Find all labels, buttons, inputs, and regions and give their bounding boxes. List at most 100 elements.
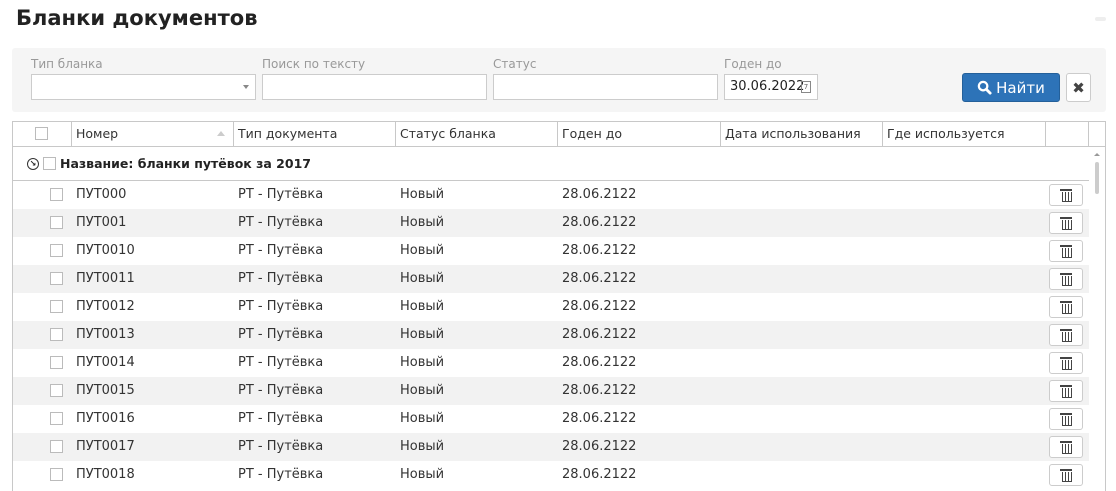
clear-button[interactable]: ✖ bbox=[1066, 73, 1091, 102]
cell-valid: 28.06.2122 bbox=[562, 215, 637, 230]
cell-valid: 28.06.2122 bbox=[562, 355, 637, 370]
cell-valid: 28.06.2122 bbox=[562, 187, 637, 202]
cell-type: РТ - Путёвка bbox=[238, 467, 324, 482]
cell-status: Новый bbox=[400, 187, 445, 202]
cell-type: РТ - Путёвка bbox=[238, 187, 324, 202]
column-number[interactable]: Номер bbox=[72, 122, 234, 146]
search-label: Поиск по тексту bbox=[262, 57, 366, 71]
delete-button[interactable] bbox=[1049, 408, 1083, 430]
table-row[interactable]: ПУТ0018 РТ - Путёвка Новый 28.06.2122 bbox=[13, 461, 1089, 489]
status-input[interactable] bbox=[493, 74, 718, 100]
row-checkbox[interactable] bbox=[50, 188, 63, 201]
table-row[interactable]: ПУТ0014 РТ - Путёвка Новый 28.06.2122 bbox=[13, 349, 1089, 377]
cell-status: Новый bbox=[400, 327, 445, 342]
row-checkbox[interactable] bbox=[50, 440, 63, 453]
cell-number: ПУТ0010 bbox=[76, 243, 135, 258]
row-checkbox[interactable] bbox=[50, 328, 63, 341]
table-row[interactable]: ПУТ0015 РТ - Путёвка Новый 28.06.2122 bbox=[13, 377, 1089, 405]
column-doc-type[interactable]: Тип документа bbox=[234, 122, 396, 146]
cell-number: ПУТ0016 bbox=[76, 411, 135, 426]
group-label: Название: бланки путёвок за 2017 bbox=[60, 156, 311, 171]
row-checkbox[interactable] bbox=[50, 300, 63, 313]
table-row[interactable]: ПУТ000 РТ - Путёвка Новый 28.06.2122 bbox=[13, 181, 1089, 209]
cell-number: ПУТ0013 bbox=[76, 327, 135, 342]
row-checkbox[interactable] bbox=[50, 244, 63, 257]
cell-valid: 28.06.2122 bbox=[562, 439, 637, 454]
row-checkbox[interactable] bbox=[50, 356, 63, 369]
row-checkbox[interactable] bbox=[50, 412, 63, 425]
valid-label: Годен до bbox=[724, 57, 782, 71]
search-input[interactable] bbox=[262, 74, 487, 100]
cell-valid: 28.06.2122 bbox=[562, 271, 637, 286]
grid-rows: ПУТ000 РТ - Путёвка Новый 28.06.2122 ПУТ001 Р… bbox=[13, 181, 1089, 489]
table-row[interactable]: ПУТ0011 РТ - Путёвка Новый 28.06.2122 bbox=[13, 265, 1089, 293]
column-where-used[interactable]: Где используется bbox=[883, 122, 1046, 146]
delete-button[interactable] bbox=[1049, 324, 1083, 346]
trash-icon bbox=[1060, 385, 1072, 398]
sort-asc-icon bbox=[217, 131, 225, 136]
delete-button[interactable] bbox=[1049, 268, 1083, 290]
close-icon: ✖ bbox=[1072, 78, 1085, 97]
scroll-up-icon[interactable] bbox=[1094, 153, 1100, 156]
cell-type: РТ - Путёвка bbox=[238, 327, 324, 342]
filter-panel: Тип бланка Поиск по тексту Статус Годен … bbox=[12, 48, 1106, 112]
table-row[interactable]: ПУТ001 РТ - Путёвка Новый 28.06.2122 bbox=[13, 209, 1089, 237]
cell-type: РТ - Путёвка bbox=[238, 215, 324, 230]
cell-type: РТ - Путёвка bbox=[238, 411, 324, 426]
cell-status: Новый bbox=[400, 243, 445, 258]
cell-number: ПУТ0012 bbox=[76, 299, 135, 314]
column-actions bbox=[1046, 122, 1089, 146]
scrollbar-thumb[interactable] bbox=[1095, 162, 1099, 194]
delete-button[interactable] bbox=[1049, 352, 1083, 374]
table-row[interactable]: ПУТ0010 РТ - Путёвка Новый 28.06.2122 bbox=[13, 237, 1089, 265]
cell-number: ПУТ0015 bbox=[76, 383, 135, 398]
column-valid-until[interactable]: Годен до bbox=[558, 122, 721, 146]
cell-valid: 28.06.2122 bbox=[562, 299, 637, 314]
delete-button[interactable] bbox=[1049, 296, 1083, 318]
trash-icon bbox=[1060, 413, 1072, 426]
select-all-checkbox[interactable] bbox=[13, 122, 72, 146]
delete-button[interactable] bbox=[1049, 436, 1083, 458]
cell-status: Новый bbox=[400, 271, 445, 286]
table-row[interactable]: ПУТ0012 РТ - Путёвка Новый 28.06.2122 bbox=[13, 293, 1089, 321]
delete-button[interactable] bbox=[1049, 212, 1083, 234]
table-row[interactable]: ПУТ0017 РТ - Путёвка Новый 28.06.2122 bbox=[13, 433, 1089, 461]
delete-button[interactable] bbox=[1049, 380, 1083, 402]
cell-status: Новый bbox=[400, 467, 445, 482]
calendar-icon[interactable]: 7 bbox=[801, 81, 811, 93]
chevron-down-icon bbox=[243, 85, 249, 89]
cell-type: РТ - Путёвка bbox=[238, 355, 324, 370]
scrollbar[interactable] bbox=[1089, 147, 1105, 491]
delete-button[interactable] bbox=[1049, 184, 1083, 206]
table-row[interactable]: ПУТ0016 РТ - Путёвка Новый 28.06.2122 bbox=[13, 405, 1089, 433]
cell-valid: 28.06.2122 bbox=[562, 383, 637, 398]
cell-number: ПУТ0014 bbox=[76, 355, 135, 370]
group-row[interactable]: ↘ Название: бланки путёвок за 2017 bbox=[13, 147, 1089, 181]
cell-type: РТ - Путёвка bbox=[238, 299, 324, 314]
row-checkbox[interactable] bbox=[50, 272, 63, 285]
group-checkbox[interactable] bbox=[43, 157, 56, 170]
delete-button[interactable] bbox=[1049, 464, 1083, 486]
column-status[interactable]: Статус бланка bbox=[396, 122, 558, 146]
row-checkbox[interactable] bbox=[50, 384, 63, 397]
cell-type: РТ - Путёвка bbox=[238, 439, 324, 454]
cell-status: Новый bbox=[400, 383, 445, 398]
valid-date-input[interactable]: 30.06.2022 7 bbox=[724, 74, 818, 100]
trash-icon bbox=[1060, 329, 1072, 342]
cell-status: Новый bbox=[400, 355, 445, 370]
collapse-handle[interactable] bbox=[1095, 17, 1106, 21]
find-button[interactable]: Найти bbox=[962, 73, 1060, 102]
type-select[interactable] bbox=[31, 74, 256, 100]
delete-button[interactable] bbox=[1049, 240, 1083, 262]
grid-header: Номер Тип документа Статус бланка Годен … bbox=[13, 122, 1105, 147]
trash-icon bbox=[1060, 357, 1072, 370]
column-used-date[interactable]: Дата использования bbox=[721, 122, 883, 146]
cell-valid: 28.06.2122 bbox=[562, 243, 637, 258]
status-label: Статус bbox=[493, 57, 537, 71]
cell-valid: 28.06.2122 bbox=[562, 467, 637, 482]
table-row[interactable]: ПУТ0013 РТ - Путёвка Новый 28.06.2122 bbox=[13, 321, 1089, 349]
row-checkbox[interactable] bbox=[50, 216, 63, 229]
collapse-group-icon[interactable]: ↘ bbox=[27, 157, 39, 170]
row-checkbox[interactable] bbox=[50, 468, 63, 481]
page-title: Бланки документов bbox=[16, 6, 258, 30]
